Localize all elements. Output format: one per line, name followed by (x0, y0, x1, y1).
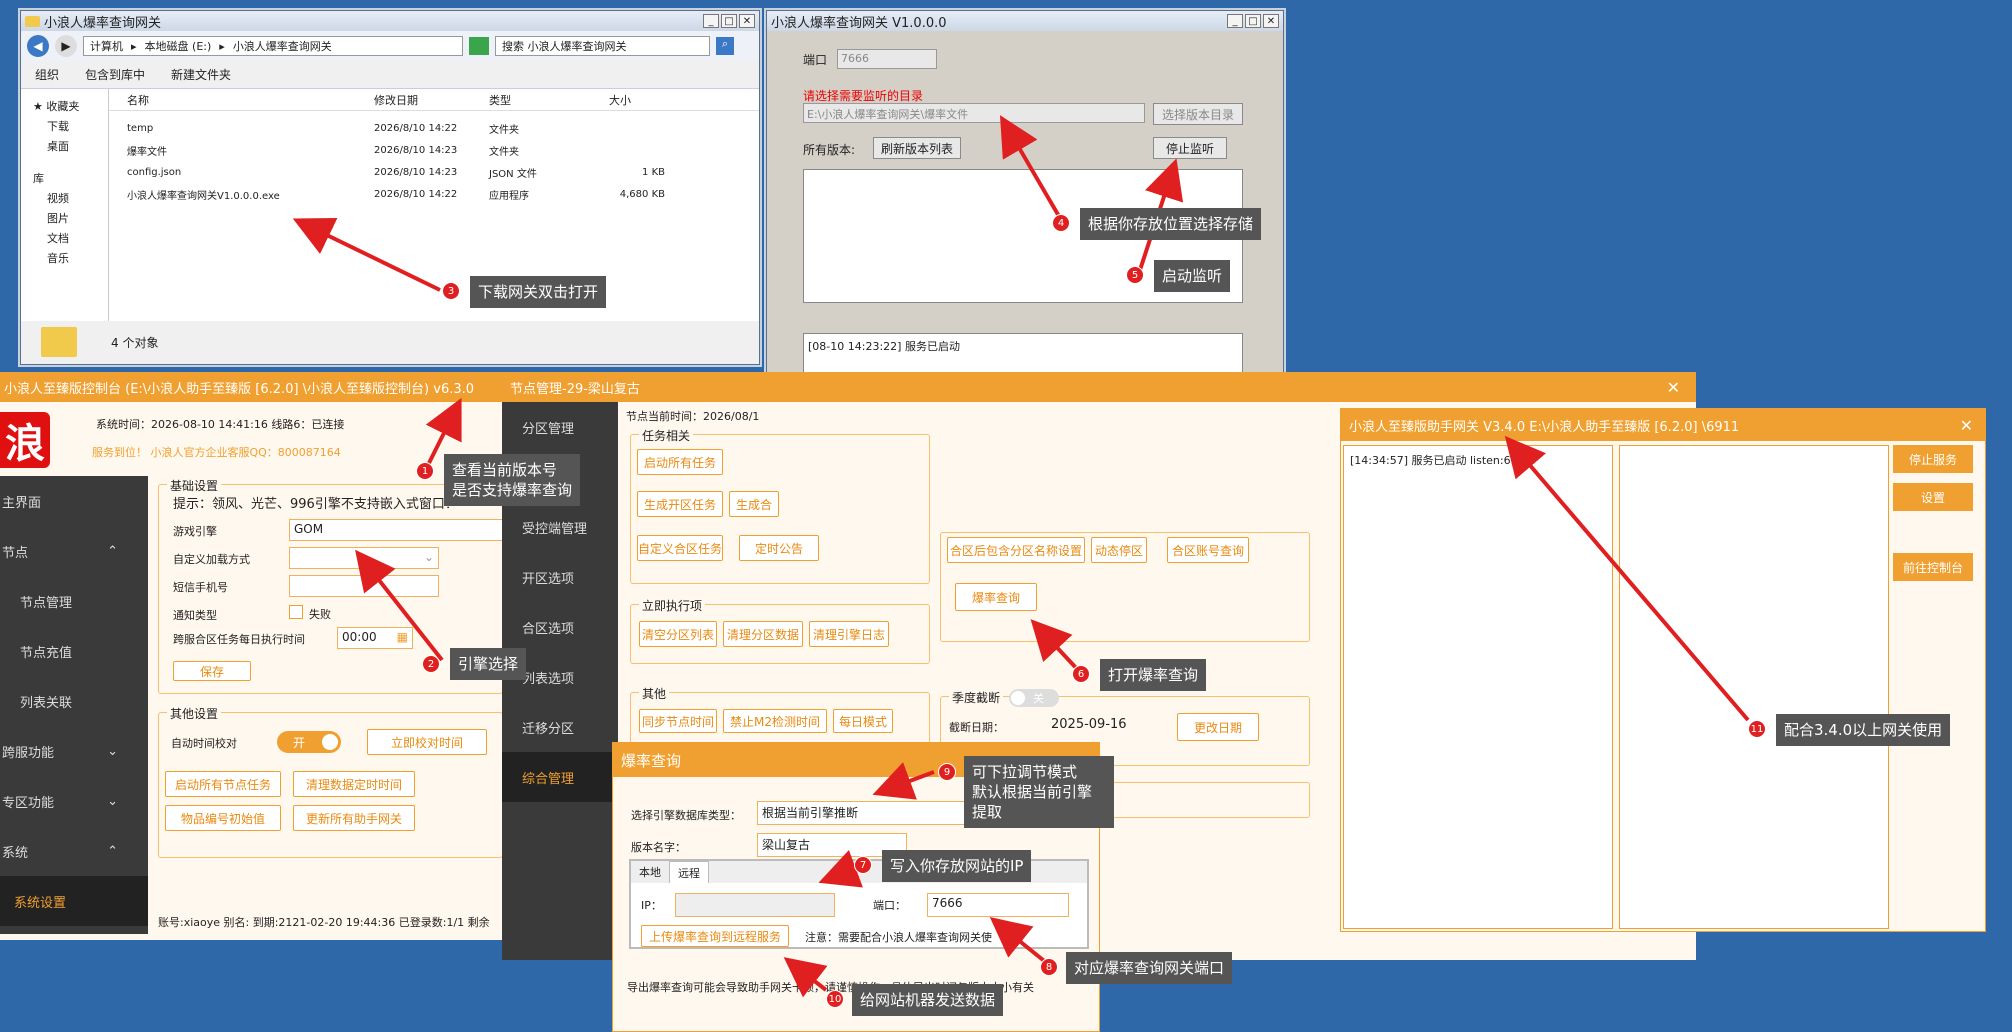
step-badge: 1 (416, 462, 434, 480)
callout-1: 查看当前版本号 是否支持爆率查询 (444, 454, 581, 506)
step-badge: 9 (938, 763, 956, 781)
step-badge: 7 (854, 856, 872, 874)
step-badge: 5 (1126, 266, 1144, 284)
step-badge: 4 (1052, 214, 1070, 232)
arrow-8 (989, 916, 1050, 966)
arrow-6 (1030, 619, 1080, 672)
step-badge: 10 (826, 990, 844, 1008)
callout-8: 对应爆率查询网关端口 (1066, 952, 1233, 984)
arrow-2 (355, 549, 444, 662)
callout-2: 引擎选择 (450, 648, 527, 680)
step-badge: 3 (442, 282, 460, 300)
step-badge: 2 (422, 655, 440, 673)
callout-6: 打开爆率查询 (1100, 659, 1207, 691)
callout-9: 可下拉调节模式 默认根据当前引擎 提取 (964, 756, 1114, 828)
callout-10: 给网站机器发送数据 (852, 984, 1004, 1016)
arrow-10 (783, 957, 828, 998)
arrow-4 (999, 115, 1062, 220)
arrow-3 (292, 217, 441, 292)
callout-11: 配合3.4.0以上网关使用 (1776, 714, 1951, 746)
step-badge: 8 (1040, 958, 1058, 976)
arrow-7 (818, 850, 863, 888)
callout-7: 写入你存放网站的IP (882, 850, 1032, 882)
callout-4: 根据你存放位置选择存储 (1080, 208, 1262, 240)
arrow-11 (1504, 435, 1750, 722)
step-badge: 11 (1748, 720, 1766, 738)
arrow-9 (872, 762, 935, 800)
step-badge: 6 (1072, 665, 1090, 683)
callout-3: 下载网关双击打开 (470, 276, 607, 308)
callout-5: 启动监听 (1154, 260, 1231, 292)
